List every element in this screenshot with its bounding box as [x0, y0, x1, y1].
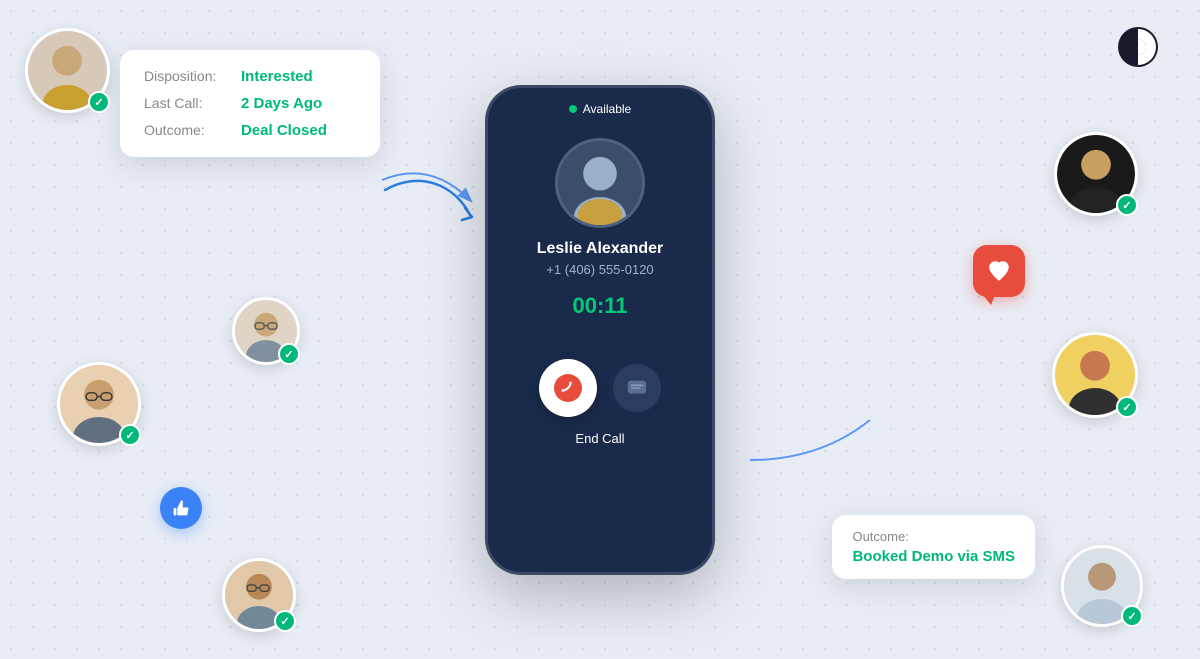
scene: Disposition: Interested Last Call: 2 Day… — [0, 0, 1200, 659]
avatar-top-right: ✓ — [1052, 130, 1140, 218]
check-badge-top-left: ✓ — [88, 91, 110, 113]
check-badge-mid-left: ✓ — [119, 424, 141, 446]
end-call-label: End Call — [575, 431, 624, 446]
last-call-value: 2 Days Ago — [241, 95, 322, 112]
available-indicator — [569, 105, 577, 113]
phone-mockup: Available Leslie Alexander +1 (406) 555-… — [485, 85, 715, 575]
outcome-card-label: Outcome: — [852, 529, 1015, 544]
call-timer: 00:11 — [572, 293, 627, 319]
check-badge-bottom-right: ✓ — [1121, 605, 1143, 627]
end-call-button[interactable] — [539, 359, 597, 417]
caller-avatar — [555, 138, 645, 228]
check-badge-mid-left-top: ✓ — [278, 343, 300, 365]
outcome-row: Outcome: Deal Closed — [144, 122, 356, 139]
avatar-mid-right: ✓ — [1050, 330, 1140, 420]
disposition-value: Interested — [241, 68, 313, 85]
disposition-row: Disposition: Interested — [144, 68, 356, 85]
check-badge-top-right: ✓ — [1116, 194, 1138, 216]
avatar-bottom-left: ✓ — [220, 556, 298, 634]
outcome-label: Outcome: — [144, 122, 229, 138]
phone-status-bar: Available — [488, 88, 712, 122]
brand-icon — [1116, 25, 1160, 69]
avatar-bottom-right: ✓ — [1059, 543, 1145, 629]
heart-bubble — [973, 245, 1025, 297]
avatar-top-left: ✓ — [22, 25, 112, 115]
outcome-card: Outcome: Booked Demo via SMS — [832, 515, 1035, 579]
like-bubble — [160, 487, 202, 529]
outcome-value: Deal Closed — [241, 122, 327, 139]
sms-button[interactable] — [613, 364, 661, 412]
avatar-mid-left: ✓ — [55, 360, 143, 448]
outcome-card-value: Booked Demo via SMS — [852, 548, 1015, 565]
check-badge-bottom-left: ✓ — [274, 610, 296, 632]
last-call-label: Last Call: — [144, 95, 229, 111]
disposition-label: Disposition: — [144, 68, 229, 84]
check-badge-mid-right: ✓ — [1116, 396, 1138, 418]
caller-name: Leslie Alexander — [537, 240, 664, 258]
caller-avatar-wrap — [555, 138, 645, 228]
avatar-mid-left-top: ✓ — [230, 295, 302, 367]
call-actions — [539, 359, 661, 417]
available-label: Available — [583, 102, 631, 116]
caller-phone: +1 (406) 555-0120 — [546, 262, 653, 277]
info-card: Disposition: Interested Last Call: 2 Day… — [120, 50, 380, 157]
last-call-row: Last Call: 2 Days Ago — [144, 95, 356, 112]
